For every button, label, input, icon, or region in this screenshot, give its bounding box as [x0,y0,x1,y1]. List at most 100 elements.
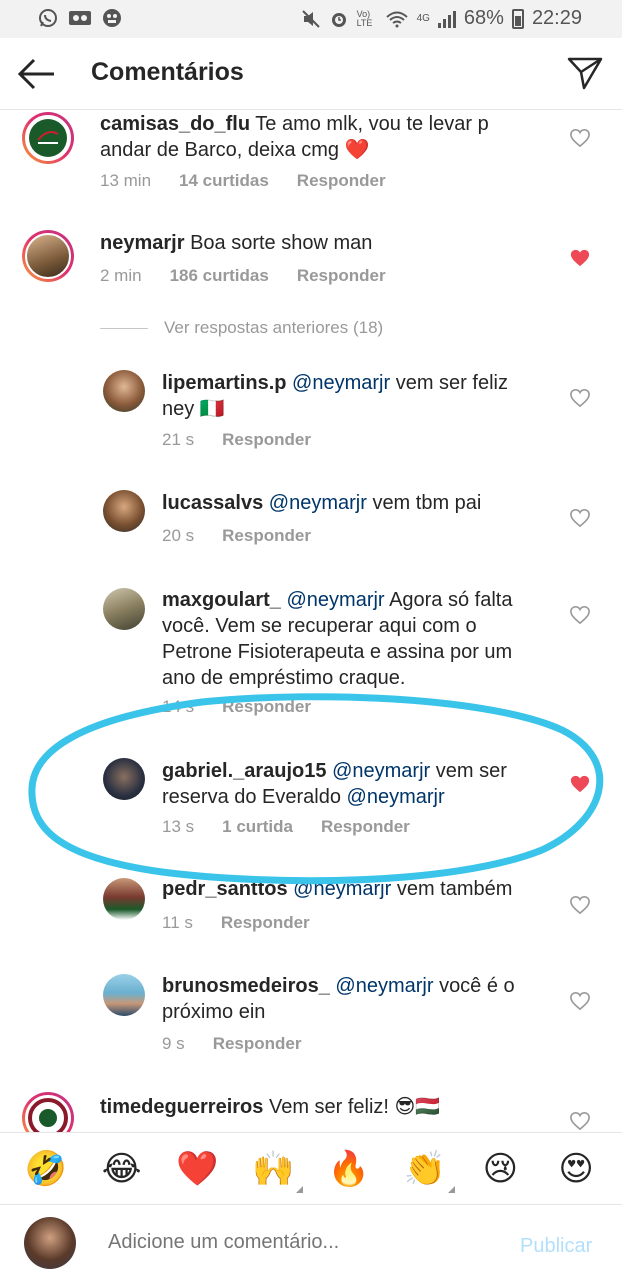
comment-likes[interactable]: 14 curtidas [179,171,269,191]
reply-button[interactable]: Responder [221,913,310,933]
like-heart-icon[interactable] [569,128,591,148]
avatar [24,1217,76,1269]
arrow-left-icon[interactable] [16,56,56,92]
page-title: Comentários [91,58,244,86]
reply-body: vem também [396,878,513,900]
paper-plane-icon[interactable] [566,54,604,92]
signal-icon [437,10,456,28]
emoji-clap[interactable]: 👏 [399,1148,455,1193]
skin-tone-indicator [296,1185,304,1193]
reply-username[interactable]: maxgoulart_ [162,589,281,611]
reply-time: 11 s [162,913,193,932]
battery-percent: 68% [463,7,504,29]
wifi-icon [385,11,408,27]
reply-text: maxgoulart_ @neymarjr Agora só falta voc… [162,587,542,691]
reply-username[interactable]: pedr_santtos [162,878,288,900]
reply-time: 20 s [162,526,195,545]
emoji-cry[interactable]: 😢 [474,1149,526,1189]
alarm-icon [331,12,346,27]
reply-mention[interactable]: @neymarjr [347,786,445,808]
comment-username[interactable]: camisas_do_flu [100,113,250,135]
reply-button[interactable]: Responder [222,430,311,450]
avatar[interactable] [22,112,74,164]
comment-meta: 13 min 14 curtidas Responder [100,171,386,191]
like-heart-icon[interactable] [569,1111,591,1131]
reply-mention[interactable]: @neymarjr [287,589,385,611]
avatar[interactable] [103,974,145,1016]
like-heart-icon[interactable] [569,895,591,915]
comment-text: timedeguerreiros Vem ser feliz! 😎🇭🇺 [100,1094,530,1120]
emoji-rofl[interactable]: 🤣 [20,1149,72,1189]
reply-mention[interactable]: @neymarjr [269,492,367,514]
reply-meta: 14 s Responder [162,697,311,717]
reply-time: 14 s [162,697,195,716]
reply-button[interactable]: Responder [321,817,410,837]
emoji-clap-glyph: 👏 [403,1148,446,1189]
reply-time: 9 s [162,1034,185,1053]
comment-text: neymarjr Boa sorte show man [100,230,530,256]
emoji-raised-hands[interactable]: 🙌 [247,1149,304,1193]
reply-mention[interactable]: @neymarjr [292,372,390,394]
like-heart-icon[interactable] [569,774,591,794]
emoji-joy[interactable]: 😂 [96,1149,148,1189]
view-previous-replies-label: Ver respostas anteriores (18) [164,318,384,337]
reply-username[interactable]: lipemartins.p [162,372,286,394]
comment-username[interactable]: timedeguerreiros [100,1096,263,1118]
reply-meta: 13 s 1 curtida Responder [162,817,410,837]
reply-mention[interactable]: @neymarjr [293,878,391,900]
status-bar: Vo) LTE 4G 68% 22:29 [0,0,622,38]
reply-text: lipemartins.p @neymarjr vem ser feliz ne… [162,370,512,422]
comment-time: 13 min [100,171,152,190]
like-heart-icon[interactable] [569,248,591,268]
like-heart-icon[interactable] [569,991,591,1011]
like-heart-icon[interactable] [569,388,591,408]
reply-time: 13 s [162,817,195,836]
comment-composer: Publicar [0,1204,622,1280]
reply-username[interactable]: gabriel._araujo15 [162,760,327,782]
reply-button[interactable]: Responder [222,526,311,546]
emoji-heart-eyes[interactable]: 😍 [550,1149,602,1189]
comment-body: Boa sorte show man [190,232,373,254]
reply-username[interactable]: brunosmedeiros_ [162,975,330,997]
emoji-heart[interactable]: ❤️ [171,1149,223,1189]
avatar[interactable] [22,230,74,282]
reply-button[interactable]: Responder [213,1034,302,1054]
avatar[interactable] [103,588,145,630]
like-heart-icon[interactable] [569,508,591,528]
avatar[interactable] [103,758,145,800]
emoji-fire[interactable]: 🔥 [323,1149,375,1189]
avatar[interactable] [103,370,145,412]
battery-icon [511,8,524,29]
like-heart-icon[interactable] [569,605,591,625]
avatar[interactable] [103,878,145,920]
reply-likes[interactable]: 1 curtida [222,817,293,837]
comment-meta: 2 min 186 curtidas Responder [100,266,386,286]
reply-button[interactable]: Responder [297,266,386,286]
comment-text: camisas_do_flu Te amo mlk, vou te levar … [100,111,530,163]
volte-indicator: Vo) LTE [356,8,373,28]
emoji-bar: 🤣 😂 ❤️ 🙌 🔥 👏 😢 😍 [0,1132,622,1204]
clock: 22:29 [531,7,582,29]
comment-input[interactable] [108,1231,488,1254]
reply-username[interactable]: lucassalvs [162,492,263,514]
comment-username[interactable]: neymarjr [100,232,185,254]
reply-text: gabriel._araujo15 @neymarjr vem ser rese… [162,758,542,810]
reply-text: pedr_santtos @neymarjr vem também [162,876,542,902]
reply-button[interactable]: Responder [297,171,386,191]
divider [100,327,148,329]
reply-text: lucassalvs @neymarjr vem tbm pai [162,490,542,516]
comments-header: Comentários [0,38,622,110]
reply-text: brunosmedeiros_ @neymarjr você é o próxi… [162,973,542,1025]
voicemail-icon [69,11,91,25]
reply-mention[interactable]: @neymarjr [332,760,430,782]
camisas-logo-icon [29,119,67,157]
reply-meta: 20 s Responder [162,526,311,546]
publish-button[interactable]: Publicar [520,1235,592,1258]
avatar[interactable] [103,490,145,532]
whatsapp-icon [39,9,57,27]
status-notification-icons [38,8,122,28]
comment-likes[interactable]: 186 curtidas [170,266,269,286]
view-previous-replies[interactable]: Ver respostas anteriores (18) [100,318,383,338]
reply-button[interactable]: Responder [222,697,311,717]
reply-mention[interactable]: @neymarjr [335,975,433,997]
